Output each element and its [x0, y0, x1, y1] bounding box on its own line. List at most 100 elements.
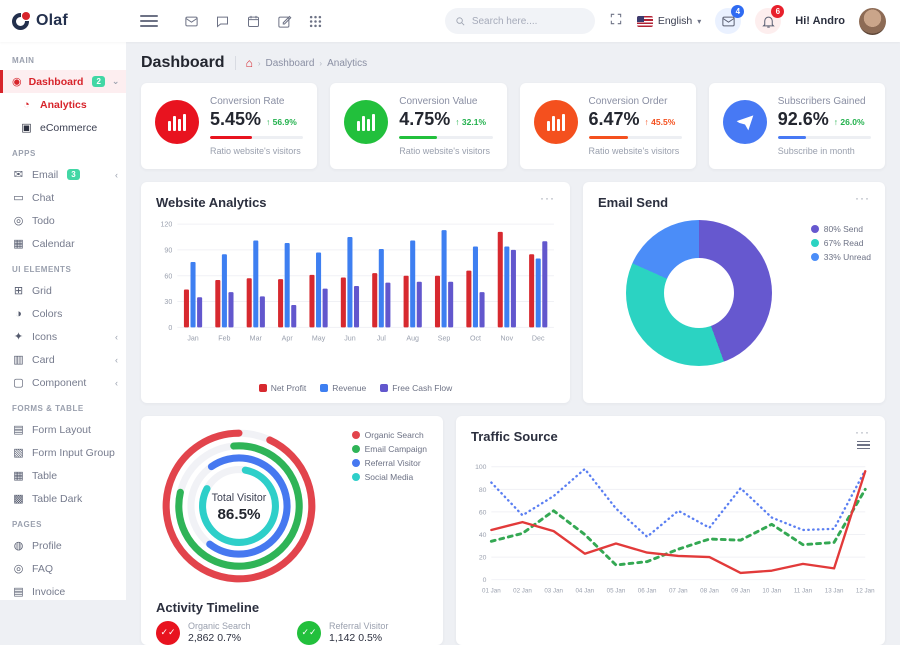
chevron-icon: ‹ — [115, 332, 118, 342]
svg-text:11 Jan: 11 Jan — [794, 588, 813, 595]
bar-chart-icon — [155, 100, 199, 144]
legend-item-organic-search[interactable]: Organic Search — [352, 430, 427, 440]
svg-text:Aug: Aug — [406, 335, 419, 343]
icons-icon: ✦ — [12, 330, 25, 343]
legend-item-revenue[interactable]: Revenue — [320, 383, 366, 393]
avatar[interactable] — [859, 8, 886, 35]
sidebar-item-table[interactable]: ▦Table — [0, 464, 126, 487]
website-analytics-card: Website Analytics ··· 0306090120JanFebMa… — [141, 182, 570, 403]
svg-text:Oct: Oct — [470, 335, 481, 343]
activity-value: 1,142 0.5% — [329, 632, 388, 644]
rings-legend: Organic Search Email Campaign Referral Vis… — [352, 430, 427, 482]
home-icon[interactable]: ⌂ — [246, 56, 253, 70]
sidebar-item-form-input-group[interactable]: ▧Form Input Group — [0, 441, 126, 464]
sidebar-item-calendar[interactable]: ▦Calendar — [0, 232, 126, 255]
mail-shortcut-icon[interactable] — [184, 14, 199, 29]
sidebar-section-forms-table: FORMS & TABLE — [0, 394, 126, 418]
chat-icon: ▭ — [12, 191, 25, 204]
sidebar-item-ecommerce[interactable]: ▣eCommerce — [0, 116, 126, 139]
sidebar-section-main: MAIN — [0, 46, 126, 70]
sidebar-item-faq[interactable]: ◎FAQ — [0, 557, 126, 580]
legend-item-80-send[interactable]: 80% Send — [811, 224, 871, 234]
analytics-icon: ◔ — [20, 99, 33, 111]
svg-text:03 Jan: 03 Jan — [544, 588, 563, 595]
stat-trend: ↑ 45.5% — [645, 117, 676, 127]
legend-item-social-media[interactable]: Social Media — [352, 472, 427, 482]
email-send-title: Email Send — [598, 195, 668, 210]
search-input[interactable] — [472, 16, 582, 27]
stat-card-conversion-order: Conversion Order6.47%↑ 45.5%Ratio websit… — [520, 83, 696, 169]
notifications-button[interactable]: 6 — [755, 8, 781, 34]
legend-item-referral-visitor[interactable]: Referral Visitor — [352, 458, 427, 468]
breadcrumb: ⌂ › Dashboard › Analytics — [246, 56, 368, 70]
card-menu-icon[interactable]: ··· — [855, 195, 870, 201]
chat-shortcut-icon[interactable] — [215, 14, 230, 29]
svg-text:06 Jan: 06 Jan — [638, 588, 657, 595]
legend-item-email-campaign[interactable]: Email Campaign — [352, 444, 427, 454]
sidebar-item-email[interactable]: ✉Email3‹ — [0, 163, 126, 186]
activity-label: Organic Search — [188, 621, 251, 631]
sidebar-item-table-dark[interactable]: ▩Table Dark — [0, 487, 126, 510]
svg-text:May: May — [312, 335, 326, 343]
svg-text:12 Jan: 12 Jan — [856, 588, 875, 595]
sidebar-item-label: Todo — [32, 215, 55, 227]
stat-caption: Ratio website's visitors — [399, 146, 492, 156]
sidebar-item-chat[interactable]: ▭Chat — [0, 186, 126, 209]
fullscreen-icon[interactable] — [609, 12, 623, 31]
calendar-shortcut-icon[interactable] — [246, 14, 261, 29]
stat-cards-row: Conversion Rate5.45%↑ 56.9%Ratio website… — [141, 83, 885, 169]
sidebar-section-pages: PAGES — [0, 510, 126, 534]
sidebar: MAIN◉Dashboard2⌄◔Analytics▣eCommerceAPPS… — [0, 42, 126, 600]
sidebar-item-label: eCommerce — [40, 122, 97, 134]
profile-icon: ◍ — [12, 539, 25, 552]
sidebar-item-component[interactable]: ▢Component‹ — [0, 371, 126, 394]
chart-toolbar-menu-icon[interactable] — [857, 439, 870, 452]
svg-text:40: 40 — [479, 532, 487, 539]
bar-chart-legend: Net Profit Revenue Free Cash Flow — [141, 383, 570, 393]
legend-item-33-unread[interactable]: 33% Unread — [811, 252, 871, 262]
traffic-source-title: Traffic Source — [471, 429, 558, 444]
chevron-icon: ‹ — [115, 170, 118, 180]
breadcrumb-analytics: Analytics — [327, 58, 367, 69]
sidebar-item-label: FAQ — [32, 563, 53, 575]
stat-card-conversion-rate: Conversion Rate5.45%↑ 56.9%Ratio website… — [141, 83, 317, 169]
sidebar-item-grid[interactable]: ⊞Grid — [0, 279, 126, 302]
logo-icon — [12, 13, 29, 30]
sidebar-item-card[interactable]: ▥Card‹ — [0, 348, 126, 371]
line-series-visits-solid-red — [491, 472, 865, 574]
chevron-icon: ⌄ — [112, 76, 120, 87]
language-label: English — [658, 15, 692, 27]
sidebar-item-form-layout[interactable]: ▤Form Layout — [0, 418, 126, 441]
legend-item-67-read[interactable]: 67% Read — [811, 238, 871, 248]
sidebar-item-todo[interactable]: ◎Todo — [0, 209, 126, 232]
top-header: Olaf English ▾ 4 6 Hi! Andro — [0, 0, 900, 42]
apps-grid-icon[interactable] — [308, 14, 323, 29]
legend-item-net-profit[interactable]: Net Profit — [259, 383, 306, 393]
compose-shortcut-icon[interactable] — [277, 14, 292, 29]
svg-text:0: 0 — [483, 577, 487, 584]
sidebar-item-dashboard[interactable]: ◉Dashboard2⌄ — [0, 70, 126, 93]
sidebar-item-analytics[interactable]: ◔Analytics — [0, 93, 126, 116]
sidebar-item-profile[interactable]: ◍Profile — [0, 534, 126, 557]
card-menu-icon[interactable]: ··· — [540, 195, 555, 201]
stat-title: Conversion Value — [399, 96, 492, 107]
us-flag-icon — [637, 16, 653, 27]
total-visitor-chart: Total Visitor86.5%Organic SearchEmail Ca… — [141, 416, 443, 592]
svg-text:20: 20 — [479, 555, 487, 562]
legend-item-free-cash-flow[interactable]: Free Cash Flow — [380, 383, 452, 393]
sidebar-item-invoice[interactable]: ▤Invoice — [0, 580, 126, 600]
sidebar-toggle-icon[interactable] — [140, 12, 158, 30]
language-selector[interactable]: English ▾ — [637, 15, 701, 27]
svg-text:09 Jan: 09 Jan — [731, 588, 750, 595]
card-menu-icon[interactable]: ··· — [855, 429, 870, 435]
sidebar-item-icons[interactable]: ✦Icons‹ — [0, 325, 126, 348]
brand[interactable]: Olaf — [0, 12, 126, 30]
activity-value: 2,862 0.7% — [188, 632, 251, 644]
sidebar-item-label: Grid — [32, 285, 52, 297]
breadcrumb-dashboard[interactable]: Dashboard — [266, 58, 315, 69]
sidebar-item-colors[interactable]: ◑Colors — [0, 302, 126, 325]
activity-item-organic-search: ✓✓Organic Search2,862 0.7% — [156, 621, 287, 645]
messages-button[interactable]: 4 — [715, 8, 741, 34]
stat-value: 6.47% — [589, 109, 640, 130]
bar-chart-icon — [344, 100, 388, 144]
